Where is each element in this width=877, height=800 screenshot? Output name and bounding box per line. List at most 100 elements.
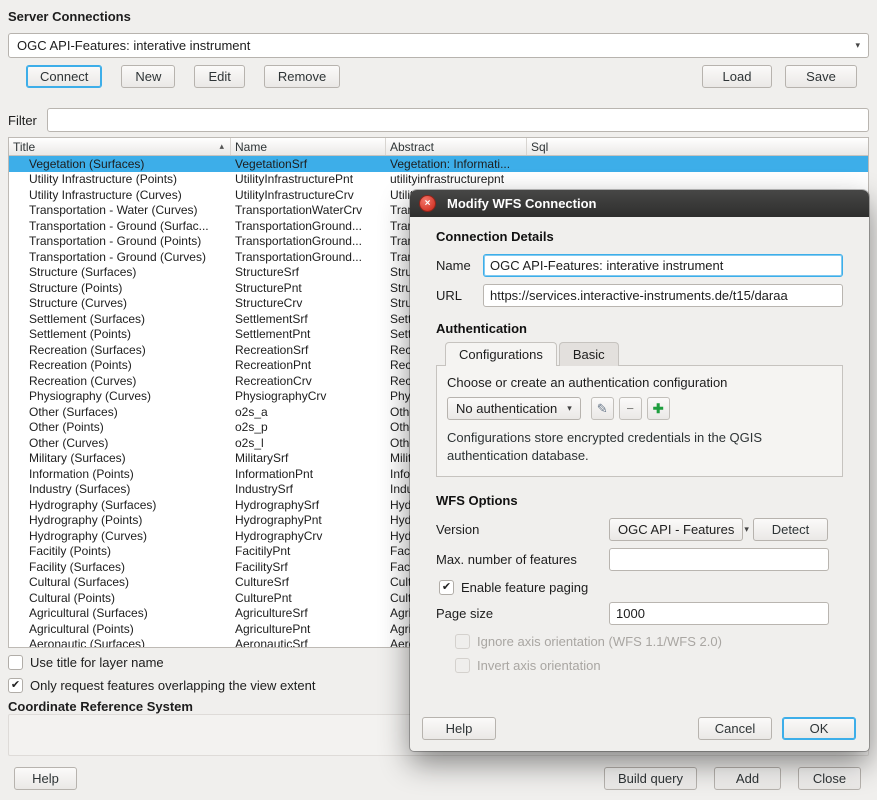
authentication-heading: Authentication [436, 321, 843, 336]
page-title: Server Connections [8, 9, 131, 24]
auth-configurations-panel: Choose or create an authentication confi… [436, 365, 843, 477]
cell-title: Transportation - Ground (Points) [9, 234, 231, 248]
build-query-button[interactable]: Build query [604, 767, 697, 790]
view-extent-checkbox-label: Only request features overlapping the vi… [30, 678, 315, 693]
filter-input[interactable] [47, 108, 869, 132]
filter-row: Filter [8, 108, 869, 132]
table-row[interactable]: Utility Infrastructure (Points)UtilityIn… [9, 172, 868, 188]
cell-title: Settlement (Surfaces) [9, 312, 231, 326]
cell-name: TransportationGround... [231, 250, 386, 264]
chevron-down-icon: ▾ [855, 40, 860, 51]
tab-configurations[interactable]: Configurations [445, 342, 557, 366]
filter-label: Filter [8, 113, 37, 128]
remove-button[interactable]: Remove [264, 65, 340, 88]
cell-name: o2s_a [231, 405, 386, 419]
cell-name: AgriculturePnt [231, 622, 386, 636]
cell-name: UtilityInfrastructureCrv [231, 188, 386, 202]
column-header-sql[interactable]: Sql [527, 138, 868, 155]
auth-note: Configurations store encrypted credentia… [447, 429, 829, 464]
cell-title: Recreation (Curves) [9, 374, 231, 388]
cell-title: Hydrography (Curves) [9, 529, 231, 543]
max-features-field[interactable] [609, 548, 829, 571]
connection-select-value: OGC API-Features: interative instrument [17, 38, 250, 53]
cancel-button[interactable]: Cancel [698, 717, 772, 740]
cell-name: CultureSrf [231, 575, 386, 589]
url-row: URL [436, 284, 843, 307]
cell-title: Military (Surfaces) [9, 451, 231, 465]
cell-name: AeronauticSrf [231, 637, 386, 648]
edit-auth-button[interactable]: ✎ [591, 397, 614, 420]
chevron-down-icon: ▾ [744, 524, 749, 535]
add-auth-button[interactable]: ✚ [647, 397, 670, 420]
auth-tabs: Configurations Basic [445, 342, 843, 366]
crs-section-title: Coordinate Reference System [8, 699, 193, 714]
invert-axis-label: Invert axis orientation [477, 658, 601, 673]
cell-name: o2s_p [231, 420, 386, 434]
sort-ascending-icon: ▴ [219, 141, 224, 152]
dialog-help-button[interactable]: Help [422, 717, 496, 740]
cell-name: IndustrySrf [231, 482, 386, 496]
table-row[interactable]: Vegetation (Surfaces)VegetationSrfVegeta… [9, 156, 868, 172]
checkbox-icon [455, 634, 470, 649]
save-button[interactable]: Save [785, 65, 857, 88]
minus-icon: − [626, 401, 634, 416]
use-title-checkbox-label: Use title for layer name [30, 655, 164, 670]
new-button[interactable]: New [121, 65, 175, 88]
checkbox-icon [8, 655, 23, 670]
checkbox-checked-icon [8, 678, 23, 693]
invert-axis-checkbox: Invert axis orientation [455, 658, 843, 673]
cell-name: MilitarySrf [231, 451, 386, 465]
detect-button[interactable]: Detect [753, 518, 828, 541]
checkbox-checked-icon [439, 580, 454, 595]
auth-config-select[interactable]: No authentication ▾ [447, 397, 581, 420]
help-button[interactable]: Help [14, 767, 77, 790]
tab-basic[interactable]: Basic [559, 342, 619, 366]
view-extent-checkbox[interactable]: Only request features overlapping the vi… [8, 678, 315, 693]
auth-controls: No authentication ▾ ✎ − ✚ [447, 397, 832, 420]
cell-name: PhysiographyCrv [231, 389, 386, 403]
cell-name: FacitilyPnt [231, 544, 386, 558]
cell-name: HydrographySrf [231, 498, 386, 512]
cell-name: TransportationGround... [231, 219, 386, 233]
cell-title: Other (Curves) [9, 436, 231, 450]
close-icon[interactable]: × [419, 195, 436, 212]
page-size-label: Page size [436, 606, 609, 621]
cell-title: Structure (Curves) [9, 296, 231, 310]
column-header-title-label: Title [13, 140, 35, 154]
cell-title: Recreation (Points) [9, 358, 231, 372]
cell-title: Transportation - Ground (Curves) [9, 250, 231, 264]
close-button[interactable]: Close [798, 767, 861, 790]
main-footer-actions: Build query Add Close [604, 767, 861, 790]
column-header-title[interactable]: Title ▴ [9, 138, 231, 155]
enable-paging-checkbox[interactable]: Enable feature paging [439, 580, 843, 595]
wfs-options-heading: WFS Options [436, 493, 843, 508]
cell-title: Structure (Surfaces) [9, 265, 231, 279]
connection-select[interactable]: OGC API-Features: interative instrument … [8, 33, 869, 58]
checkbox-icon [455, 658, 470, 673]
plus-icon: ✚ [653, 401, 664, 417]
add-button[interactable]: Add [714, 767, 781, 790]
column-header-abstract[interactable]: Abstract [386, 138, 527, 155]
name-row: Name [436, 254, 843, 277]
cell-name: TransportationGround... [231, 234, 386, 248]
use-title-checkbox[interactable]: Use title for layer name [8, 655, 164, 670]
cell-name: StructureCrv [231, 296, 386, 310]
version-select[interactable]: OGC API - Features ▾ [609, 518, 743, 541]
column-header-name[interactable]: Name [231, 138, 386, 155]
ok-button[interactable]: OK [782, 717, 856, 740]
cell-name: HydrographyCrv [231, 529, 386, 543]
load-button[interactable]: Load [702, 65, 772, 88]
cell-name: TransportationWaterCrv [231, 203, 386, 217]
name-field[interactable] [483, 254, 843, 277]
remove-auth-button[interactable]: − [619, 397, 642, 420]
cell-name: HydrographyPnt [231, 513, 386, 527]
cell-title: Transportation - Water (Curves) [9, 203, 231, 217]
cell-name: RecreationPnt [231, 358, 386, 372]
page-size-field[interactable] [609, 602, 829, 625]
cell-title: Agricultural (Surfaces) [9, 606, 231, 620]
url-field[interactable] [483, 284, 843, 307]
url-label: URL [436, 288, 483, 303]
edit-button[interactable]: Edit [194, 65, 244, 88]
connect-button[interactable]: Connect [26, 65, 102, 88]
dialog-titlebar[interactable]: × Modify WFS Connection [410, 190, 869, 217]
